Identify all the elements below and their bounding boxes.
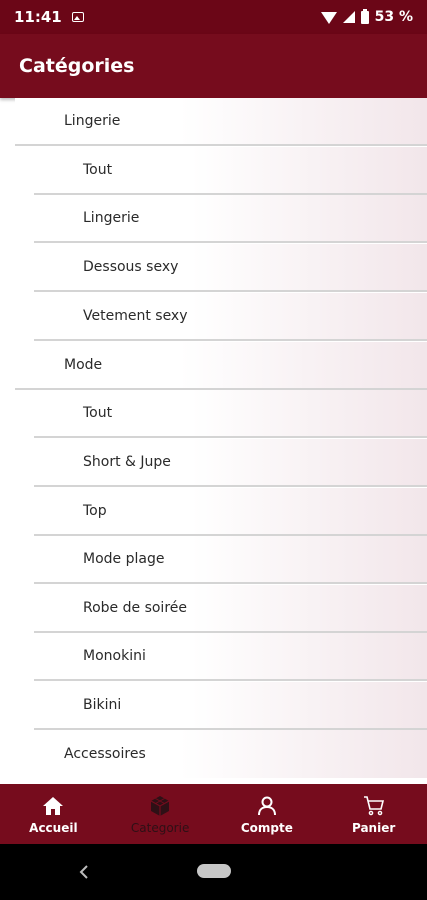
subcategory-item[interactable]: Tout [34, 147, 427, 195]
category-lingerie[interactable]: Lingerie [15, 98, 427, 146]
nav-categorie[interactable]: Categorie [107, 784, 214, 844]
category-list[interactable]: Lingerie Tout Lingerie Dessous sexy Vete… [0, 98, 427, 784]
battery-percent: 53 % [374, 9, 413, 25]
cube-icon [150, 795, 170, 816]
system-navigation-bar [0, 844, 427, 900]
nav-panier[interactable]: Panier [320, 784, 427, 844]
category-label: Lingerie [64, 113, 121, 129]
app-bar: Catégories [0, 34, 427, 98]
subcategory-label: Top [83, 503, 107, 519]
category-label: Accessoires [64, 746, 146, 762]
subcategory-label: Tout [83, 162, 113, 178]
nav-label: Accueil [29, 820, 78, 835]
nav-label: Panier [351, 820, 396, 835]
subcategory-item[interactable]: Monokini [34, 633, 427, 681]
subcategory-item[interactable]: Bikini [34, 682, 427, 730]
subcategory-item[interactable]: Short & Jupe [34, 439, 427, 487]
nav-label: Compte [240, 820, 293, 835]
nav-compte[interactable]: Compte [214, 784, 321, 844]
cart-icon [363, 795, 384, 815]
subcategory-item[interactable]: Dessous sexy [34, 244, 427, 292]
nav-label: Categorie [130, 820, 190, 835]
bottom-navigation: Accueil Categorie Compte Panier [0, 784, 427, 844]
subcategory-label: Bikini [83, 697, 122, 713]
subcategory-label: Vetement sexy [83, 308, 188, 324]
image-notification-icon [71, 12, 84, 22]
category-mode[interactable]: Mode [15, 342, 427, 390]
subcategory-item[interactable]: Tout [34, 390, 427, 438]
subcategory-label: Mode plage [83, 551, 165, 567]
subcategory-item[interactable]: Robe de soirée [34, 585, 427, 633]
signal-icon [342, 11, 355, 23]
back-icon[interactable] [77, 863, 91, 881]
subcategory-label: Lingerie [83, 210, 140, 226]
subcategory-label: Short & Jupe [83, 454, 171, 470]
subcategory-item[interactable]: Mode plage [34, 536, 427, 584]
subcategory-label: Robe de soirée [83, 600, 187, 616]
nav-accueil[interactable]: Accueil [0, 784, 107, 844]
user-icon [257, 796, 276, 815]
page-title: Catégories [19, 55, 135, 77]
subcategory-label: Tout [83, 405, 113, 421]
home-icon [43, 796, 64, 815]
category-label: Mode [64, 357, 103, 373]
home-pill-button[interactable] [197, 864, 231, 878]
status-time: 11:41 [14, 8, 62, 26]
status-indicators: 53 % [320, 8, 413, 25]
subcategory-item[interactable]: Vetement sexy [34, 293, 427, 341]
status-bar: 11:41 53 % [0, 0, 427, 34]
category-accessoires[interactable]: Accessoires [15, 730, 427, 778]
subcategory-item[interactable]: Top [34, 488, 427, 536]
subcategory-item[interactable]: Lingerie [34, 195, 427, 243]
wifi-icon [320, 12, 337, 24]
subcategory-label: Dessous sexy [83, 259, 179, 275]
battery-icon [360, 8, 369, 24]
subcategory-label: Monokini [83, 648, 146, 664]
